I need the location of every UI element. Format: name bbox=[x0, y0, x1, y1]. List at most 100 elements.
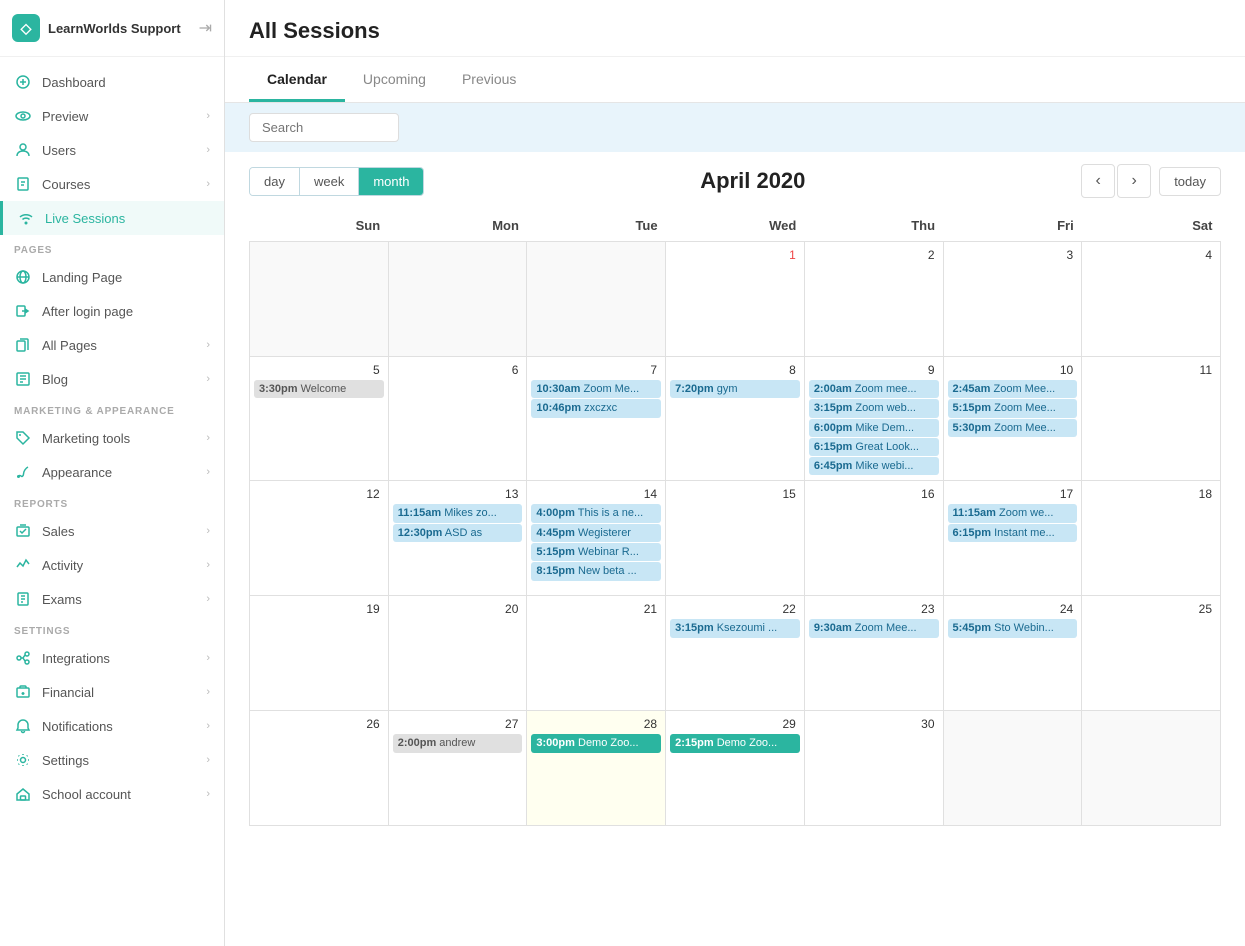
chevron-right-icon: › bbox=[206, 339, 210, 351]
sidebar-item-all-pages[interactable]: All Pages › bbox=[0, 328, 224, 362]
calendar-cell[interactable]: 18 bbox=[1082, 481, 1221, 596]
today-button[interactable]: today bbox=[1159, 167, 1221, 196]
tab-upcoming[interactable]: Upcoming bbox=[345, 57, 444, 102]
sidebar-item-preview-label: Preview bbox=[42, 109, 196, 124]
sidebar-item-school-account[interactable]: School account › bbox=[0, 777, 224, 811]
view-week-button[interactable]: week bbox=[300, 168, 359, 195]
sidebar-item-preview[interactable]: Preview › bbox=[0, 99, 224, 133]
calendar-event[interactable]: 3:30pm Welcome bbox=[254, 380, 384, 398]
calendar-cell[interactable]: 25 bbox=[1082, 596, 1221, 711]
calendar-event[interactable]: 5:15pm Webinar R... bbox=[531, 543, 661, 561]
calendar-event[interactable]: 6:00pm Mike Dem... bbox=[809, 419, 939, 437]
calendar-event[interactable]: 5:30pm Zoom Mee... bbox=[948, 419, 1078, 437]
calendar-cell[interactable]: 87:20pm gym bbox=[666, 357, 805, 481]
sidebar-item-exams-label: Exams bbox=[42, 592, 196, 607]
tab-calendar[interactable]: Calendar bbox=[249, 57, 345, 102]
view-month-button[interactable]: month bbox=[359, 168, 423, 195]
sidebar-item-blog[interactable]: Blog › bbox=[0, 362, 224, 396]
sidebar-item-live-sessions-label: Live Sessions bbox=[45, 211, 210, 226]
calendar-cell[interactable]: 21 bbox=[527, 596, 666, 711]
calendar-event[interactable]: 3:15pm Ksezoumi ... bbox=[670, 619, 800, 637]
sidebar-item-sales[interactable]: Sales › bbox=[0, 514, 224, 548]
next-month-button[interactable]: › bbox=[1117, 164, 1151, 198]
sidebar-item-notifications[interactable]: Notifications › bbox=[0, 709, 224, 743]
calendar-cell[interactable]: 92:00am Zoom mee...3:15pm Zoom web...6:0… bbox=[804, 357, 943, 481]
sidebar-item-landing-page[interactable]: Landing Page bbox=[0, 260, 224, 294]
view-day-button[interactable]: day bbox=[250, 168, 300, 195]
calendar-event[interactable]: 5:45pm Sto Webin... bbox=[948, 619, 1078, 637]
calendar-event[interactable]: 2:15pm Demo Zoo... bbox=[670, 734, 800, 752]
calendar-event[interactable]: 2:00pm andrew bbox=[393, 734, 523, 752]
calendar-event[interactable]: 12:30pm ASD as bbox=[393, 524, 523, 542]
sidebar-item-settings[interactable]: Settings › bbox=[0, 743, 224, 777]
prev-month-button[interactable]: ‹ bbox=[1081, 164, 1115, 198]
calendar-cell[interactable] bbox=[388, 242, 527, 357]
calendar-cell[interactable]: 292:15pm Demo Zoo... bbox=[666, 711, 805, 826]
sidebar-item-integrations[interactable]: Integrations › bbox=[0, 641, 224, 675]
calendar-cell[interactable]: 223:15pm Ksezoumi ... bbox=[666, 596, 805, 711]
calendar-cell[interactable]: 12 bbox=[250, 481, 389, 596]
calendar-cell[interactable]: 6 bbox=[388, 357, 527, 481]
calendar-event[interactable]: 2:45am Zoom Mee... bbox=[948, 380, 1078, 398]
sidebar-item-dashboard[interactable]: Dashboard bbox=[0, 65, 224, 99]
calendar-cell[interactable]: 19 bbox=[250, 596, 389, 711]
calendar-cell[interactable]: 102:45am Zoom Mee...5:15pm Zoom Mee...5:… bbox=[943, 357, 1082, 481]
sidebar-item-exams[interactable]: Exams › bbox=[0, 582, 224, 616]
calendar-cell[interactable]: 15 bbox=[666, 481, 805, 596]
calendar-cell[interactable]: 20 bbox=[388, 596, 527, 711]
calendar-event[interactable]: 2:00am Zoom mee... bbox=[809, 380, 939, 398]
calendar-cell[interactable]: 4 bbox=[1082, 242, 1221, 357]
tab-previous[interactable]: Previous bbox=[444, 57, 534, 102]
calendar-event[interactable]: 3:15pm Zoom web... bbox=[809, 399, 939, 417]
sidebar-item-marketing-tools[interactable]: Marketing tools › bbox=[0, 421, 224, 455]
calendar-event[interactable]: 10:30am Zoom Me... bbox=[531, 380, 661, 398]
sidebar-item-activity[interactable]: Activity › bbox=[0, 548, 224, 582]
search-input[interactable] bbox=[249, 113, 399, 142]
calendar-cell[interactable] bbox=[1082, 711, 1221, 826]
calendar-cell[interactable]: 53:30pm Welcome bbox=[250, 357, 389, 481]
calendar-event[interactable]: 6:15pm Great Look... bbox=[809, 438, 939, 456]
calendar-cell[interactable]: 2 bbox=[804, 242, 943, 357]
calendar-event[interactable]: 10:46pm zxczxc bbox=[531, 399, 661, 417]
calendar-event[interactable]: 8:15pm New beta ... bbox=[531, 562, 661, 580]
sidebar-item-courses[interactable]: Courses › bbox=[0, 167, 224, 201]
sidebar-item-live-sessions[interactable]: Live Sessions bbox=[0, 201, 224, 235]
calendar-cell[interactable]: 1711:15am Zoom we...6:15pm Instant me... bbox=[943, 481, 1082, 596]
date-number: 5 bbox=[254, 361, 384, 379]
calendar-cell[interactable]: 30 bbox=[804, 711, 943, 826]
calendar-cell[interactable]: 16 bbox=[804, 481, 943, 596]
calendar-event[interactable]: 9:30am Zoom Mee... bbox=[809, 619, 939, 637]
calendar-event[interactable]: 7:20pm gym bbox=[670, 380, 800, 398]
calendar-event[interactable]: 4:45pm Wegisterer bbox=[531, 524, 661, 542]
calendar-cell[interactable]: 710:30am Zoom Me...10:46pm zxczxc bbox=[527, 357, 666, 481]
calendar-week-row: 1234 bbox=[250, 242, 1221, 357]
chevron-right-icon: › bbox=[206, 432, 210, 444]
calendar-cell[interactable]: 283:00pm Demo Zoo... bbox=[527, 711, 666, 826]
calendar-event[interactable]: 11:15am Mikes zo... bbox=[393, 504, 523, 522]
calendar-cell[interactable] bbox=[250, 242, 389, 357]
calendar-event[interactable]: 5:15pm Zoom Mee... bbox=[948, 399, 1078, 417]
calendar-cell[interactable]: 245:45pm Sto Webin... bbox=[943, 596, 1082, 711]
calendar-event[interactable]: 4:00pm This is a ne... bbox=[531, 504, 661, 522]
calendar-cell[interactable]: 272:00pm andrew bbox=[388, 711, 527, 826]
calendar-cell[interactable]: 1 bbox=[666, 242, 805, 357]
calendar-cell[interactable]: 144:00pm This is a ne...4:45pm Wegistere… bbox=[527, 481, 666, 596]
calendar-cell[interactable]: 1311:15am Mikes zo...12:30pm ASD as bbox=[388, 481, 527, 596]
calendar-cell[interactable]: 239:30am Zoom Mee... bbox=[804, 596, 943, 711]
calendar-event[interactable]: 3:00pm Demo Zoo... bbox=[531, 734, 661, 752]
calendar-cell[interactable]: 11 bbox=[1082, 357, 1221, 481]
grid-icon bbox=[14, 73, 32, 91]
calendar-event[interactable]: 6:45pm Mike webi... bbox=[809, 457, 939, 475]
calendar-cell[interactable]: 3 bbox=[943, 242, 1082, 357]
sidebar-item-after-login[interactable]: After login page bbox=[0, 294, 224, 328]
calendar-event[interactable]: 11:15am Zoom we... bbox=[948, 504, 1078, 522]
date-number: 29 bbox=[670, 715, 800, 733]
calendar-event[interactable]: 6:15pm Instant me... bbox=[948, 524, 1078, 542]
export-icon[interactable]: ⇥ bbox=[199, 18, 212, 38]
calendar-cell[interactable] bbox=[527, 242, 666, 357]
calendar-cell[interactable] bbox=[943, 711, 1082, 826]
sidebar-item-appearance[interactable]: Appearance › bbox=[0, 455, 224, 489]
calendar-cell[interactable]: 26 bbox=[250, 711, 389, 826]
sidebar-item-users[interactable]: Users › bbox=[0, 133, 224, 167]
sidebar-item-financial[interactable]: Financial › bbox=[0, 675, 224, 709]
